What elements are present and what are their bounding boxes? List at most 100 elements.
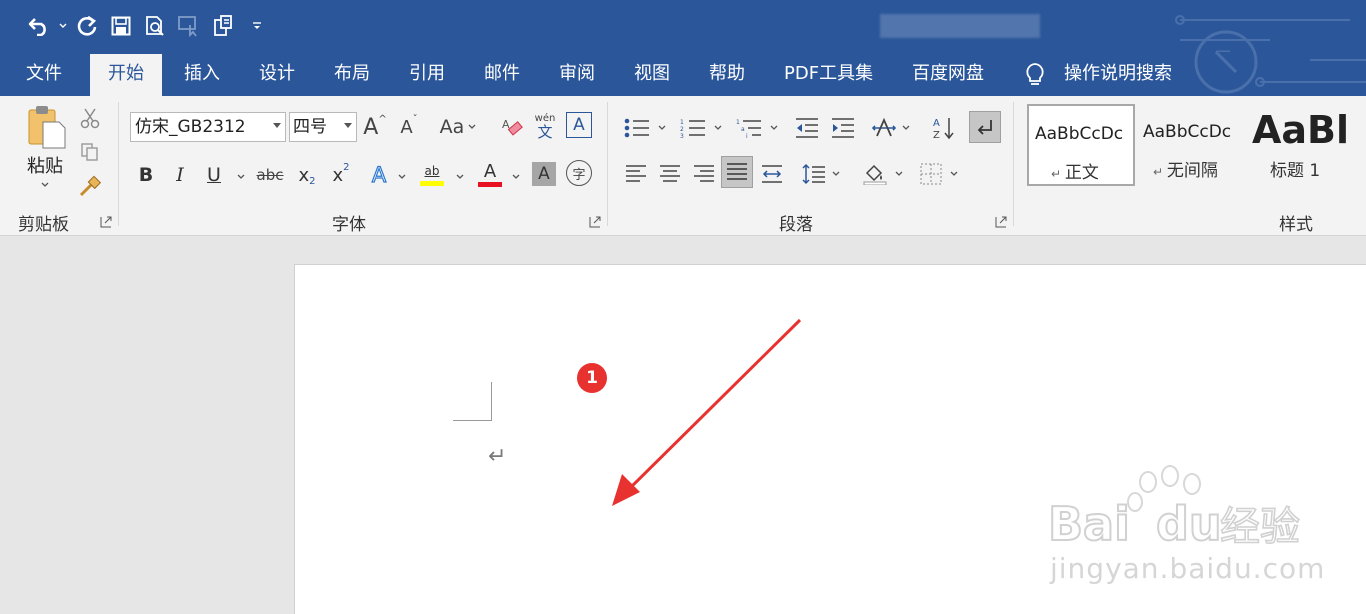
- tab-baidu-netdisk[interactable]: 百度网盘: [894, 52, 1002, 96]
- grow-font-button[interactable]: A ^: [362, 112, 388, 142]
- distributed-button[interactable]: [758, 160, 786, 188]
- svg-text:2: 2: [680, 126, 684, 133]
- phonetic-top: wén: [534, 112, 556, 124]
- justify-icon: [727, 163, 747, 180]
- svg-text:经验: 经验: [1220, 504, 1300, 550]
- highlight-color-bar: [420, 180, 444, 186]
- tab-help[interactable]: 帮助: [691, 52, 763, 96]
- sort-icon: AZ: [933, 118, 954, 140]
- paste-button[interactable]: 粘贴: [18, 104, 72, 194]
- font-size-select[interactable]: 四号: [289, 112, 357, 142]
- highlight-icon: ab: [424, 163, 440, 178]
- bold-button[interactable]: B: [134, 162, 158, 188]
- font-color-icon: A: [483, 160, 497, 182]
- change-case-button[interactable]: Aa: [436, 112, 480, 142]
- shrink-font-button[interactable]: Aˇ: [396, 112, 422, 142]
- chevron-down-icon: [895, 171, 903, 176]
- chinese-layout-button[interactable]: [868, 114, 914, 142]
- underline-button[interactable]: U: [202, 162, 226, 188]
- tab-file[interactable]: 文件: [8, 52, 80, 96]
- text-effects-button[interactable]: A: [366, 162, 392, 188]
- chevron-down-icon[interactable]: [237, 174, 245, 180]
- justify-button[interactable]: [721, 156, 753, 188]
- save-button[interactable]: [104, 11, 138, 41]
- enclose-characters-button[interactable]: 字: [566, 160, 592, 186]
- character-border-button[interactable]: A: [566, 112, 592, 138]
- multilevel-list-button[interactable]: 1ai: [732, 114, 782, 142]
- bullets-icon: [624, 118, 649, 138]
- svg-text:A: A: [933, 118, 940, 129]
- format-painter-icon: [79, 175, 101, 197]
- align-left-icon: [626, 165, 646, 182]
- font-size-value: 四号: [293, 117, 327, 137]
- increase-indent-button[interactable]: [828, 114, 858, 142]
- paint-bucket-icon: [863, 164, 887, 185]
- borders-button[interactable]: [914, 160, 964, 188]
- paste-icon: [28, 106, 66, 149]
- numbering-button[interactable]: 123: [676, 114, 726, 142]
- bullets-button[interactable]: [620, 114, 670, 142]
- increase-indent-icon: [832, 118, 854, 138]
- tab-mailings[interactable]: 邮件: [466, 52, 538, 96]
- align-right-icon: [694, 165, 714, 182]
- style-name: ↵ 正文: [1051, 163, 1099, 183]
- align-left-button[interactable]: [622, 160, 650, 188]
- change-case-icon: Aa: [439, 116, 465, 138]
- dialog-launcher-icon[interactable]: [995, 216, 1007, 228]
- style-normal[interactable]: AaBbCcDc ↵ 正文: [1027, 104, 1135, 186]
- font-group-label: 字体: [332, 215, 366, 235]
- format-painter-button[interactable]: [78, 174, 102, 198]
- customize-qat-button[interactable]: [240, 11, 274, 41]
- italic-button[interactable]: I: [168, 162, 192, 188]
- tab-references[interactable]: 引用: [391, 52, 463, 96]
- undo-dropdown[interactable]: [56, 11, 70, 41]
- clear-formatting-button[interactable]: A: [498, 112, 526, 142]
- chevron-down-icon[interactable]: [398, 174, 406, 180]
- chevron-down-icon: [41, 182, 49, 187]
- highlight-button[interactable]: ab: [418, 160, 446, 188]
- chevron-down-icon[interactable]: [512, 174, 520, 180]
- decrease-indent-button[interactable]: [792, 114, 822, 142]
- chevron-down-icon: [832, 171, 840, 176]
- annotation-badge: 1: [577, 363, 607, 393]
- tab-pdf-tools[interactable]: PDF工具集: [766, 52, 891, 96]
- subscript-button[interactable]: x2: [294, 162, 320, 188]
- character-shading-button[interactable]: A: [532, 162, 556, 186]
- dialog-launcher-icon[interactable]: [100, 216, 112, 228]
- print-preview-button[interactable]: [138, 11, 172, 41]
- tab-layout[interactable]: 布局: [316, 52, 388, 96]
- superscript-button[interactable]: x2: [328, 162, 354, 188]
- tab-view[interactable]: 视图: [616, 52, 688, 96]
- chevron-down-icon: [714, 125, 722, 130]
- copy-button[interactable]: [78, 140, 102, 164]
- style-no-spacing[interactable]: AaBbCcDc ↵ 无间隔: [1137, 104, 1243, 186]
- dialog-launcher-icon[interactable]: [589, 216, 601, 228]
- style-heading-1[interactable]: AaBl 标题 1: [1246, 104, 1366, 186]
- chevron-down-icon[interactable]: [456, 174, 464, 180]
- undo-button[interactable]: [22, 11, 56, 41]
- align-center-button[interactable]: [656, 160, 684, 188]
- cut-button[interactable]: [78, 106, 102, 130]
- svg-text:Z: Z: [933, 130, 940, 140]
- font-name-select[interactable]: 仿宋_GB2312: [130, 112, 286, 142]
- font-color-button[interactable]: A: [476, 160, 504, 188]
- clipboard-button[interactable]: [206, 11, 240, 41]
- align-right-button[interactable]: [690, 160, 718, 188]
- touch-mode-button[interactable]: [172, 11, 206, 41]
- sort-button[interactable]: AZ: [930, 114, 958, 142]
- phonetic-guide-button[interactable]: wén 文: [532, 110, 558, 142]
- redo-button[interactable]: [70, 11, 104, 41]
- strikethrough-button[interactable]: abc: [254, 162, 286, 188]
- tab-home[interactable]: 开始: [90, 54, 162, 96]
- clipboard-group-label: 剪贴板: [18, 215, 69, 235]
- tab-insert[interactable]: 插入: [166, 52, 238, 96]
- blurred-title: [880, 14, 1040, 38]
- eraser-icon: A: [502, 118, 523, 136]
- quick-access-toolbar: [22, 10, 274, 42]
- shading-button[interactable]: [858, 160, 908, 188]
- line-spacing-button[interactable]: [798, 160, 844, 188]
- tab-review[interactable]: 审阅: [541, 52, 613, 96]
- tab-design[interactable]: 设计: [241, 52, 313, 96]
- show-formatting-marks-button[interactable]: [969, 111, 1001, 143]
- chevron-down-icon: [770, 125, 778, 130]
